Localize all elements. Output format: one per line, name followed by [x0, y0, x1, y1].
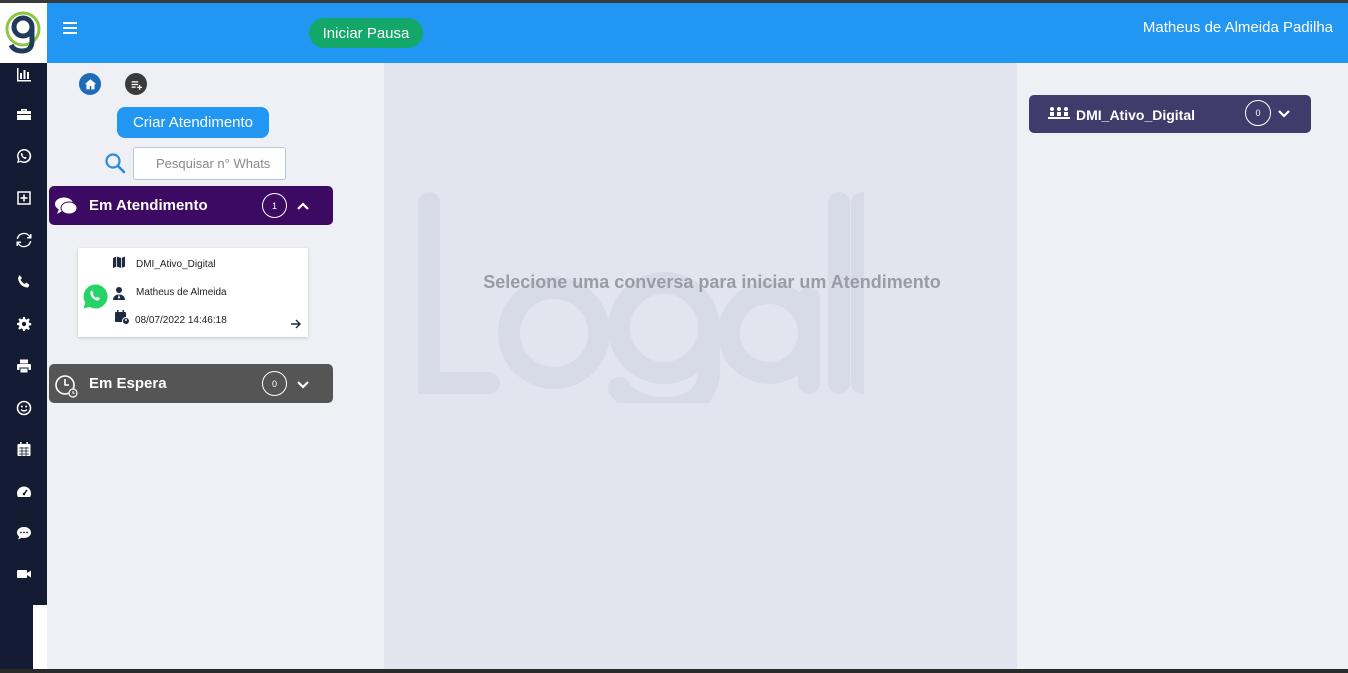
- queue-header[interactable]: DMI_Ativo_Digital 0: [1029, 95, 1311, 133]
- calendar-user-icon: [115, 310, 130, 325]
- start-pause-button[interactable]: Iniciar Pausa: [309, 18, 423, 48]
- waiting-count-badge: 0: [262, 371, 287, 396]
- waiting-title: Em Espera: [89, 375, 167, 392]
- arrow-right-icon[interactable]: [290, 318, 302, 330]
- printer-icon[interactable]: [14, 356, 34, 376]
- chevron-down-icon[interactable]: [296, 377, 310, 391]
- add-list-icon[interactable]: [125, 73, 147, 95]
- create-service-button[interactable]: Criar Atendimento: [117, 107, 269, 138]
- top-header: Iniciar Pausa Matheus de Almeida Padilha: [47, 3, 1348, 63]
- whatsapp-icon[interactable]: [14, 146, 34, 166]
- conversation-agent: Matheus de Almeida: [136, 287, 227, 298]
- conversation-datetime: 08/07/2022 14:46:18: [135, 315, 227, 326]
- empty-state-message: Selecione uma conversa para iniciar um A…: [483, 272, 941, 292]
- agent-icon: [113, 287, 125, 300]
- user-name: Matheus de Almeida Padilha: [1142, 19, 1333, 36]
- sync-icon[interactable]: [14, 230, 34, 250]
- queue-title: DMI_Ativo_Digital: [1076, 107, 1196, 123]
- sidebar-footer-gap: [33, 605, 47, 669]
- chevron-down-icon[interactable]: [1277, 106, 1291, 120]
- gauge-icon[interactable]: [14, 482, 34, 502]
- bar-chart-icon[interactable]: [14, 64, 34, 84]
- menu-toggle-icon[interactable]: [63, 22, 77, 34]
- conversation-area: Selecione uma conversa para iniciar um A…: [384, 63, 1017, 669]
- chevron-up-icon[interactable]: [296, 199, 310, 213]
- conversation-queue: DMI_Ativo_Digital: [136, 259, 216, 270]
- whatsapp-icon: [83, 284, 108, 309]
- map-icon: [113, 256, 125, 268]
- watermark-logo: [418, 192, 864, 403]
- chat-bubbles-icon: [55, 197, 78, 215]
- queue-count-badge: 0: [1245, 100, 1271, 126]
- home-icon[interactable]: [79, 73, 101, 95]
- in-service-title: Em Atendimento: [89, 197, 208, 214]
- video-camera-icon[interactable]: [14, 564, 34, 584]
- phone-icon[interactable]: [14, 272, 34, 292]
- calendar-icon[interactable]: [14, 439, 34, 459]
- clock-icon: [55, 375, 78, 398]
- chat-bubble-icon[interactable]: [14, 523, 34, 543]
- waiting-section-header[interactable]: Em Espera 0: [49, 364, 333, 403]
- users-group-icon: [1048, 107, 1070, 119]
- plus-square-icon[interactable]: [14, 188, 34, 208]
- search-icon[interactable]: [104, 152, 126, 174]
- gear-icon[interactable]: [14, 314, 34, 334]
- conversation-card[interactable]: DMI_Ativo_Digital Matheus de Almeida 08/…: [78, 248, 308, 337]
- app-logo: [0, 3, 47, 63]
- smile-icon[interactable]: [14, 398, 34, 418]
- search-whatsapp-input[interactable]: [133, 147, 286, 180]
- briefcase-icon[interactable]: [14, 104, 34, 124]
- in-service-count-badge: 1: [262, 193, 287, 218]
- in-service-section-header[interactable]: Em Atendimento 1: [49, 186, 333, 225]
